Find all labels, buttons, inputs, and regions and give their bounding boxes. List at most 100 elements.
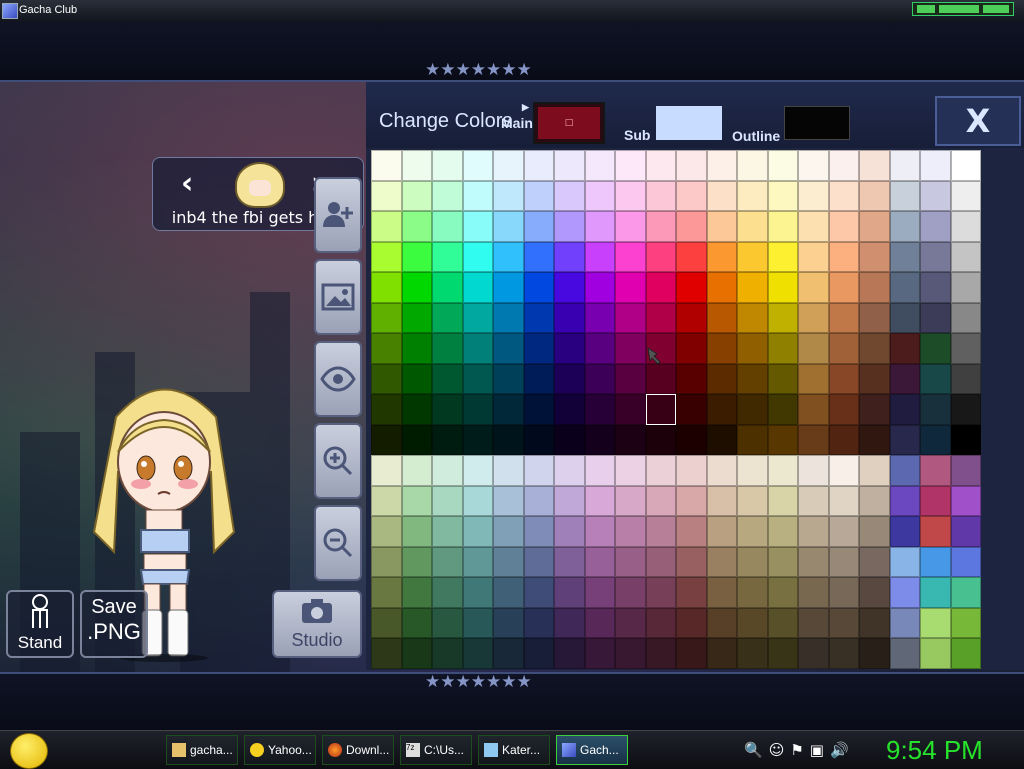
color-swatch[interactable]	[493, 424, 524, 455]
zoom-out-button[interactable]	[314, 505, 362, 581]
color-swatch[interactable]	[554, 485, 585, 516]
color-swatch[interactable]	[462, 363, 493, 394]
color-swatch[interactable]	[432, 485, 463, 516]
color-swatch[interactable]	[828, 607, 859, 638]
color-swatch[interactable]	[493, 150, 524, 181]
color-swatch[interactable]	[554, 455, 585, 486]
color-swatch[interactable]	[462, 424, 493, 455]
minimize-button[interactable]	[917, 5, 935, 13]
color-swatch[interactable]	[706, 607, 737, 638]
color-swatch[interactable]	[920, 241, 951, 272]
color-swatch[interactable]	[676, 577, 707, 608]
color-swatch[interactable]	[676, 485, 707, 516]
color-swatch[interactable]	[645, 485, 676, 516]
main-color-swatch[interactable]: □	[533, 102, 605, 144]
color-swatch[interactable]	[462, 180, 493, 211]
color-swatch[interactable]	[920, 638, 951, 669]
color-swatch[interactable]	[401, 638, 432, 669]
search-icon[interactable]: 🔍	[744, 741, 763, 759]
color-swatch[interactable]	[554, 333, 585, 364]
color-swatch[interactable]	[615, 180, 646, 211]
character-head-thumbnail[interactable]	[235, 162, 285, 208]
color-swatch[interactable]	[706, 363, 737, 394]
color-swatch[interactable]	[523, 333, 554, 364]
color-swatch[interactable]	[615, 424, 646, 455]
save-png-button[interactable]: Save .PNG	[80, 590, 148, 658]
color-swatch[interactable]	[859, 302, 890, 333]
color-swatch[interactable]	[706, 241, 737, 272]
color-swatch[interactable]	[493, 272, 524, 303]
color-swatch[interactable]	[676, 638, 707, 669]
color-swatch[interactable]	[737, 607, 768, 638]
color-swatch[interactable]	[645, 241, 676, 272]
color-swatch[interactable]	[737, 302, 768, 333]
color-swatch[interactable]	[584, 424, 615, 455]
color-swatch[interactable]	[645, 516, 676, 547]
color-swatch[interactable]	[462, 485, 493, 516]
color-swatch[interactable]	[828, 333, 859, 364]
color-swatch[interactable]	[859, 272, 890, 303]
color-swatch[interactable]	[767, 333, 798, 364]
color-swatch[interactable]	[706, 211, 737, 242]
color-swatch[interactable]	[828, 363, 859, 394]
color-swatch[interactable]	[889, 485, 920, 516]
color-swatch[interactable]	[401, 516, 432, 547]
color-swatch[interactable]	[493, 638, 524, 669]
color-swatch[interactable]	[737, 455, 768, 486]
color-swatch[interactable]	[554, 150, 585, 181]
color-swatch[interactable]	[645, 455, 676, 486]
color-swatch[interactable]	[737, 516, 768, 547]
outline-color-swatch[interactable]	[784, 106, 850, 140]
color-swatch[interactable]	[462, 241, 493, 272]
color-swatch[interactable]	[828, 180, 859, 211]
color-swatch[interactable]	[676, 546, 707, 577]
color-swatch[interactable]	[950, 241, 981, 272]
color-swatch[interactable]	[889, 272, 920, 303]
color-swatch[interactable]	[706, 272, 737, 303]
color-swatch[interactable]	[615, 546, 646, 577]
color-swatch[interactable]	[401, 333, 432, 364]
color-swatch[interactable]	[645, 272, 676, 303]
taskbar-item-gacha-folder[interactable]: gacha...	[166, 735, 238, 765]
color-swatch[interactable]	[554, 394, 585, 425]
color-swatch[interactable]	[859, 333, 890, 364]
color-swatch[interactable]	[828, 516, 859, 547]
color-swatch[interactable]	[950, 150, 981, 181]
color-swatch[interactable]	[920, 302, 951, 333]
color-swatch[interactable]	[645, 150, 676, 181]
color-swatch[interactable]	[371, 638, 402, 669]
color-swatch[interactable]	[584, 516, 615, 547]
color-swatch[interactable]	[371, 516, 402, 547]
color-swatch[interactable]	[584, 607, 615, 638]
color-swatch[interactable]	[615, 150, 646, 181]
color-swatch[interactable]	[401, 180, 432, 211]
color-swatch[interactable]	[767, 241, 798, 272]
color-swatch[interactable]	[859, 607, 890, 638]
color-swatch[interactable]	[737, 638, 768, 669]
color-swatch[interactable]	[615, 394, 646, 425]
color-swatch[interactable]	[828, 638, 859, 669]
color-swatch[interactable]	[554, 607, 585, 638]
color-swatch[interactable]	[371, 424, 402, 455]
color-swatch[interactable]	[462, 394, 493, 425]
color-swatch[interactable]	[920, 607, 951, 638]
color-swatch[interactable]	[371, 272, 402, 303]
color-swatch[interactable]	[401, 211, 432, 242]
color-swatch[interactable]	[950, 272, 981, 303]
color-swatch[interactable]	[889, 333, 920, 364]
color-swatch[interactable]	[523, 150, 554, 181]
taskbar-item-archive[interactable]: 7z C:\Us...	[400, 735, 472, 765]
color-swatch[interactable]	[676, 363, 707, 394]
color-swatch[interactable]	[706, 424, 737, 455]
color-swatch[interactable]	[706, 485, 737, 516]
color-swatch[interactable]	[523, 485, 554, 516]
color-swatch[interactable]	[584, 211, 615, 242]
color-swatch[interactable]	[493, 241, 524, 272]
color-swatch[interactable]	[371, 577, 402, 608]
color-swatch[interactable]	[523, 577, 554, 608]
color-swatch[interactable]	[493, 363, 524, 394]
color-swatch[interactable]	[432, 241, 463, 272]
color-swatch[interactable]	[615, 638, 646, 669]
color-swatch[interactable]	[676, 150, 707, 181]
color-swatch[interactable]	[584, 333, 615, 364]
